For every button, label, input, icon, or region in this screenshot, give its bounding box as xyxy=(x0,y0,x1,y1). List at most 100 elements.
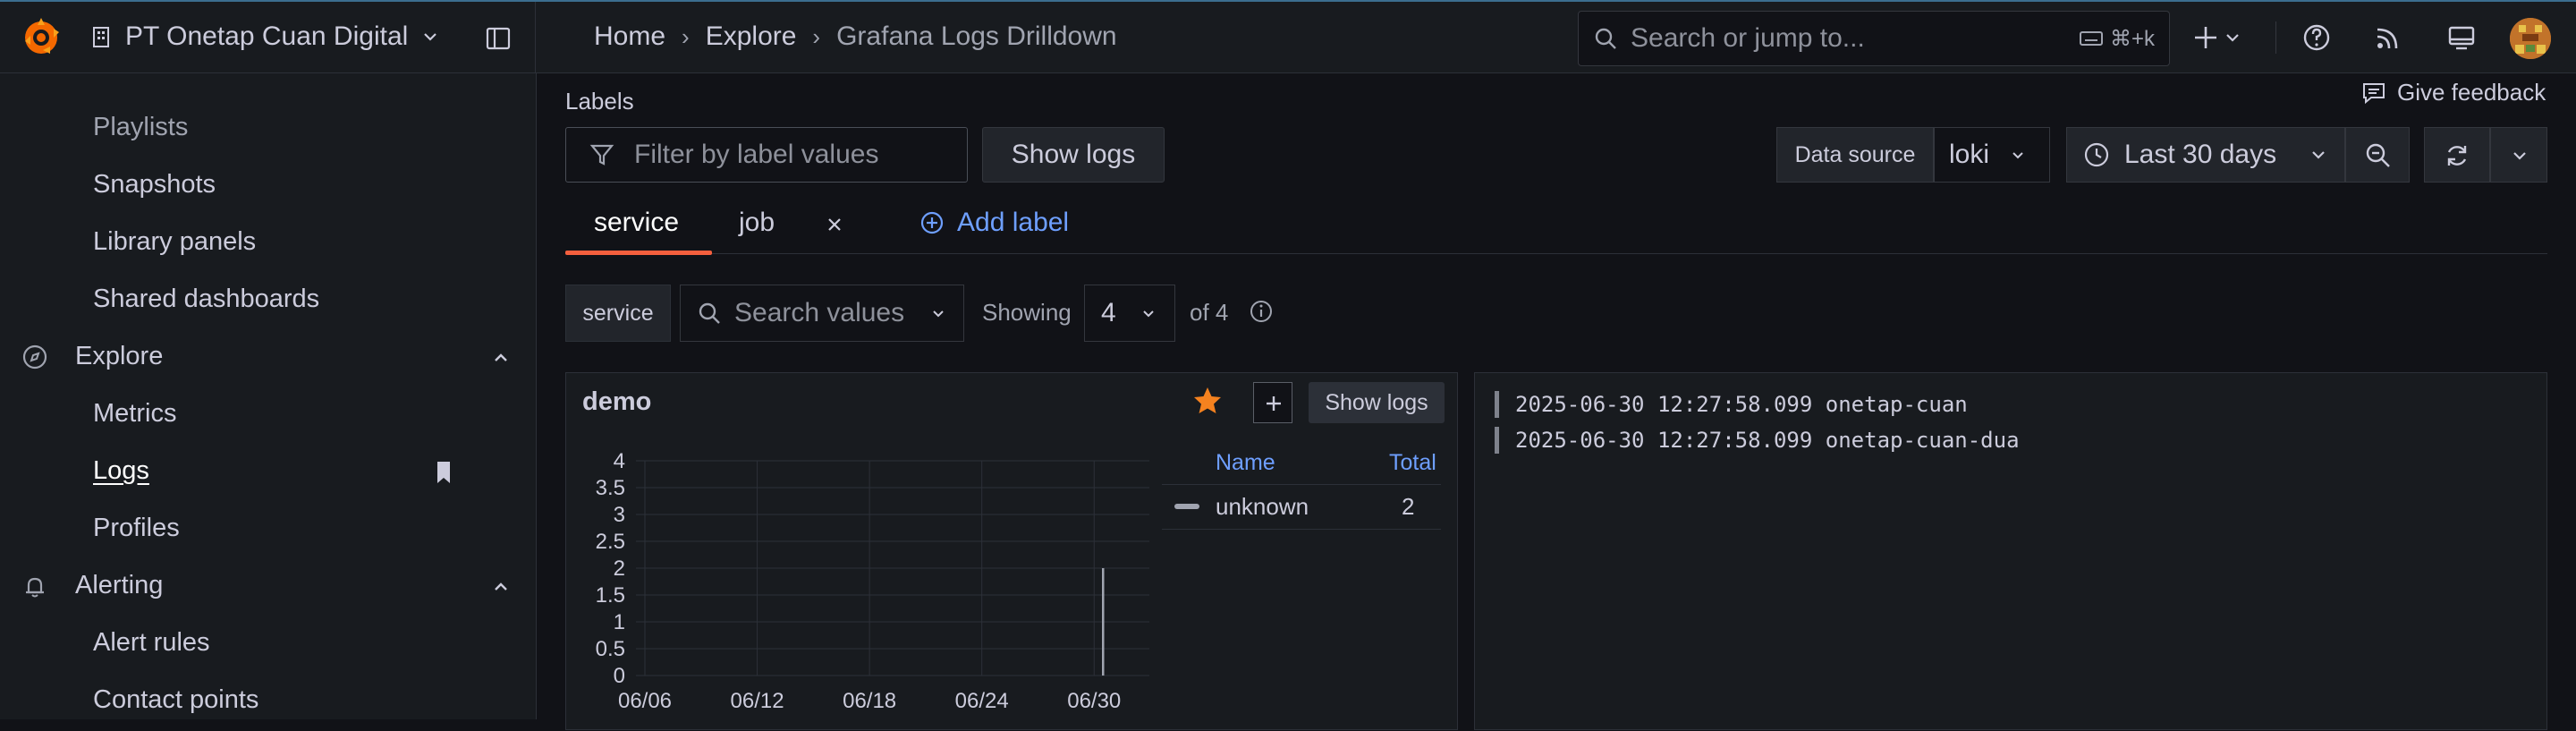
legend-series-total: 2 xyxy=(1402,493,1415,520)
x-tick-label: 06/24 xyxy=(955,689,1009,713)
breadcrumb: Home › Explore › Grafana Logs Drilldown xyxy=(594,21,1117,52)
showing-count-select[interactable]: 4 xyxy=(1084,285,1175,342)
x-tick-label: 06/06 xyxy=(618,689,672,713)
chevron-down-icon xyxy=(933,310,944,318)
divider xyxy=(535,2,536,75)
sidebar-section-label: Alerting xyxy=(75,571,164,599)
y-tick-label: 4 xyxy=(614,449,625,473)
filter-icon xyxy=(589,144,614,166)
legend-name-header[interactable]: Name xyxy=(1216,450,1275,476)
showing-count-value: 4 xyxy=(1101,298,1116,327)
show-logs-button[interactable]: Show logs xyxy=(982,127,1165,183)
building-icon xyxy=(93,27,109,47)
x-tick-label: 06/12 xyxy=(731,689,784,713)
keyboard-icon xyxy=(2079,31,2103,46)
chevron-up-icon[interactable] xyxy=(490,347,512,369)
search-icon xyxy=(1595,28,1616,49)
tab-job[interactable]: job xyxy=(739,208,775,254)
label-filter-input[interactable]: Filter by label values xyxy=(565,127,968,183)
add-label-text: Add label xyxy=(957,208,1070,237)
service-label-tag: service xyxy=(565,285,671,342)
time-range-picker[interactable]: Last 30 days xyxy=(2066,127,2345,183)
star-icon[interactable] xyxy=(1192,386,1223,416)
info-icon[interactable] xyxy=(1249,299,1274,324)
data-source-select[interactable]: loki xyxy=(1934,127,2050,183)
log-line-text: 2025-06-30 12:27:58.099 onetap-cuan-dua xyxy=(1515,428,2020,453)
sidebar-item-alert-rules[interactable]: Alert rules xyxy=(93,628,210,658)
service-values-search[interactable]: Search values xyxy=(680,285,964,342)
sidebar-section-alerting[interactable]: Alerting xyxy=(21,571,163,600)
org-switcher[interactable]: PT Onetap Cuan Digital xyxy=(89,21,440,52)
grafana-logo-icon[interactable] xyxy=(18,14,64,61)
log-line[interactable]: 2025-06-30 12:27:58.099 onetap-cuan xyxy=(1495,389,1968,420)
breadcrumb-explore[interactable]: Explore xyxy=(706,21,797,52)
zoom-out-icon xyxy=(2366,143,2390,167)
sidebar-section-explore[interactable]: Explore xyxy=(21,342,163,371)
breadcrumb-home[interactable]: Home xyxy=(594,21,665,52)
legend-divider xyxy=(1162,484,1441,485)
refresh-interval-dropdown[interactable] xyxy=(2490,127,2547,183)
y-tick-label: 2 xyxy=(614,557,625,581)
tab-service[interactable]: service xyxy=(594,208,679,254)
dock-menu-icon[interactable] xyxy=(483,23,513,54)
legend-series-swatch xyxy=(1174,504,1199,509)
bookmark-icon[interactable] xyxy=(433,460,454,485)
panel-show-logs-button[interactable]: Show logs xyxy=(1309,382,1445,423)
sidebar-item-profiles[interactable]: Profiles xyxy=(93,514,180,543)
active-tab-indicator xyxy=(565,251,712,255)
clock-icon xyxy=(2084,142,2109,167)
help-icon[interactable] xyxy=(2301,21,2333,54)
legend-series-name[interactable]: unknown xyxy=(1216,493,1309,521)
compass-icon xyxy=(22,344,47,369)
log-line[interactable]: 2025-06-30 12:27:58.099 onetap-cuan-dua xyxy=(1495,425,2020,455)
refresh-button[interactable] xyxy=(2424,127,2490,183)
give-feedback-label: Give feedback xyxy=(2397,79,2546,106)
main-content: Labels Give feedback Filter by label val… xyxy=(537,73,2576,730)
search-bar[interactable]: Search or jump to... ⌘+k xyxy=(1578,11,2170,66)
chevron-down-icon xyxy=(2312,151,2325,159)
y-tick-label: 3 xyxy=(614,503,625,527)
y-tick-label: 1.5 xyxy=(596,583,625,608)
y-tick-label: 0 xyxy=(614,664,625,688)
chevron-down-icon xyxy=(2012,152,2023,159)
rss-news-icon[interactable] xyxy=(2372,21,2404,54)
plus-circle-icon xyxy=(920,211,944,234)
sidebar-item-metrics[interactable]: Metrics xyxy=(93,399,176,429)
sidebar-item-library-panels[interactable]: Library panels xyxy=(93,227,256,257)
logs-panel: 2025-06-30 12:27:58.099 onetap-cuan 2025… xyxy=(1474,372,2547,730)
divider xyxy=(2275,21,2276,54)
breadcrumb-separator: › xyxy=(682,22,690,50)
plus-icon xyxy=(1267,396,1281,411)
give-feedback-link[interactable]: Give feedback xyxy=(2361,79,2546,106)
time-range-value: Last 30 days xyxy=(2124,140,2277,169)
showing-label: Showing xyxy=(982,299,1072,326)
sidebar-item-playlists[interactable]: Playlists xyxy=(93,113,188,142)
zoom-out-button[interactable] xyxy=(2345,127,2410,183)
sidebar-item-shared-dashboards[interactable]: Shared dashboards xyxy=(93,285,319,314)
new-menu-icon[interactable] xyxy=(2193,21,2247,54)
sidebar: Playlists Snapshots Library panels Share… xyxy=(0,73,537,719)
shortcut-text: ⌘+k xyxy=(2109,26,2155,51)
legend-divider xyxy=(1162,529,1441,530)
log-level-bar xyxy=(1495,427,1499,454)
avatar-image-icon xyxy=(2510,18,2551,59)
y-tick-label: 0.5 xyxy=(596,637,625,661)
total-count-label: of 4 xyxy=(1190,299,1229,326)
kiosk-mode-icon[interactable] xyxy=(2445,21,2478,54)
volume-chart: 0 0.5 11.52 2.5 3 3.5 4 06/06 06/12 06/18 06/24 06/… xyxy=(596,449,1149,713)
add-to-filters-button[interactable] xyxy=(1253,382,1292,423)
sidebar-item-logs[interactable]: Logs xyxy=(93,456,149,486)
sidebar-item-contact-points[interactable]: Contact points xyxy=(93,685,258,715)
service-panel: demo Show logs 0 0.5 1 1.5 2 2.5 3 3.5 4 06/06 06/… xyxy=(565,372,1458,730)
refresh-icon xyxy=(2447,146,2467,166)
chevron-down-icon xyxy=(1142,310,1154,318)
user-avatar[interactable] xyxy=(2510,18,2551,59)
chevron-up-icon[interactable] xyxy=(490,576,512,598)
add-label-button[interactable]: Add label xyxy=(919,208,1069,238)
chevron-down-icon xyxy=(424,33,437,41)
label-tabs: service job Add label xyxy=(565,208,2547,255)
close-icon[interactable] xyxy=(825,215,844,234)
log-line-text: 2025-06-30 12:27:58.099 onetap-cuan xyxy=(1515,392,1968,417)
legend-total-header[interactable]: Total xyxy=(1389,450,1436,476)
sidebar-item-snapshots[interactable]: Snapshots xyxy=(93,170,216,200)
